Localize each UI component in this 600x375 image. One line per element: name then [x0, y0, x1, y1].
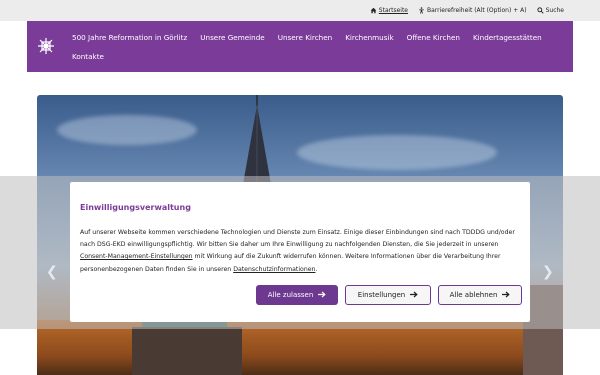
settings-button[interactable]: Einstellungen: [345, 285, 431, 305]
utility-links: Startseite Barrierefreiheit (Alt (Option…: [370, 0, 564, 21]
hero-cloud: [297, 135, 497, 170]
building-left: [132, 327, 242, 375]
logo-cross-icon: [38, 38, 54, 54]
carousel-prev-icon[interactable]: ❮: [46, 264, 58, 280]
accessibility-link-label: Barrierefreiheit (Alt (Option) + A): [426, 7, 527, 14]
accept-all-button[interactable]: Alle zulassen: [256, 285, 338, 305]
consent-settings-link[interactable]: Consent-Management-Einstellungen: [80, 253, 193, 260]
home-icon: [370, 7, 377, 14]
arrow-right-icon: [502, 291, 511, 300]
site-logo[interactable]: [37, 37, 55, 55]
home-link[interactable]: Startseite: [370, 7, 408, 14]
carousel-next-icon[interactable]: ❯: [542, 264, 554, 280]
home-link-label: Startseite: [378, 7, 408, 14]
search-link-label: Suche: [545, 7, 564, 14]
settings-label: Einstellungen: [357, 291, 406, 299]
accept-all-label: Alle zulassen: [267, 291, 314, 299]
nav-item-kindertagesstaetten[interactable]: Kindertagesstätten: [473, 28, 542, 47]
consent-text: Auf unserer Webseite kommen verschiedene…: [80, 227, 526, 276]
hero-cloud: [57, 115, 197, 145]
arrow-right-icon: [410, 291, 418, 300]
search-link[interactable]: Suche: [536, 7, 564, 14]
search-icon: [536, 7, 544, 14]
reject-all-button[interactable]: Alle ablehnen: [438, 285, 522, 305]
nav-item-kirchen[interactable]: Unsere Kirchen: [278, 28, 332, 47]
nav-item-kontakte[interactable]: Kontakte: [72, 47, 104, 66]
privacy-info-link[interactable]: Datenschutzinformationen: [233, 266, 315, 273]
reject-all-label: Alle ablehnen: [449, 291, 498, 299]
nav-item-gemeinde[interactable]: Unsere Gemeinde: [200, 28, 264, 47]
consent-dialog: Einwilligungsverwaltung Auf unserer Webs…: [70, 182, 530, 322]
consent-text-part: Auf unserer Webseite kommen verschiedene…: [80, 229, 515, 249]
accessibility-link[interactable]: Barrierefreiheit (Alt (Option) + A): [418, 7, 527, 14]
accessibility-icon: [418, 7, 425, 14]
nav-item-reformation[interactable]: 500 Jahre Reformation in Görlitz: [72, 28, 187, 47]
nav-item-offene-kirchen[interactable]: Offene Kirchen: [407, 28, 460, 47]
nav-item-kirchenmusik[interactable]: Kirchenmusik: [345, 28, 393, 47]
main-navigation: 500 Jahre Reformation in Görlitz Unsere …: [27, 21, 573, 72]
arrow-right-icon: [318, 291, 326, 300]
consent-text-part: .: [315, 265, 318, 273]
nav-items: 500 Jahre Reformation in Görlitz Unsere …: [72, 28, 542, 66]
consent-title: Einwilligungsverwaltung: [80, 203, 191, 212]
top-utility-bar: Startseite Barrierefreiheit (Alt (Option…: [0, 0, 600, 21]
